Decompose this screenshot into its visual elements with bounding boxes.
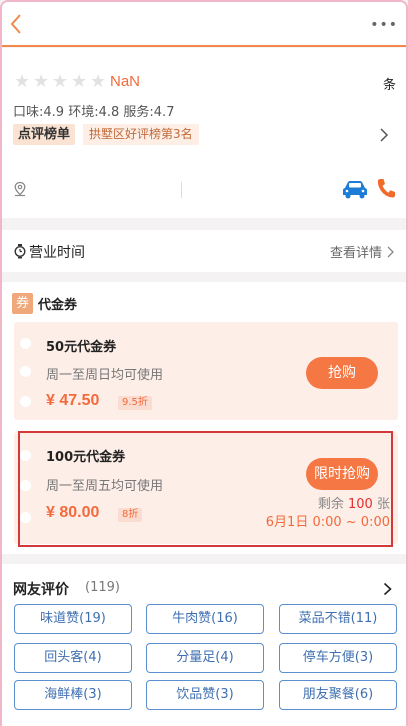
voucher-desc: 周一至周日均可使用 xyxy=(46,368,164,383)
review-tag[interactable]: 分量足(4) xyxy=(146,643,264,673)
environment-score: 环境:4.8 xyxy=(68,105,120,120)
reviews-section: 网友评价 (119) 味道赞(19) 牛肉赞(16) 菜品不错(11) 回头客(… xyxy=(2,564,406,726)
rating-value: NaN xyxy=(110,73,141,90)
review-tag[interactable]: 朋友聚餐(6) xyxy=(279,680,397,710)
more-icon[interactable]: ••• xyxy=(370,18,398,32)
taste-score: 口味:4.9 xyxy=(13,105,65,120)
star-icon: ★ xyxy=(90,71,107,92)
location-pin-icon[interactable] xyxy=(12,181,28,197)
review-tag[interactable]: 菜品不错(11) xyxy=(279,604,397,634)
chevron-right-icon xyxy=(387,246,394,257)
business-hours-row[interactable]: 营业时间 查看详情 xyxy=(2,230,406,272)
decor-dot xyxy=(20,396,31,407)
decor-dot xyxy=(20,366,31,377)
shop-info-card: ★ ★ ★ ★ ★ NaN 条 口味:4.9 环境:4.8 服务:4.7 点评榜… xyxy=(2,48,406,218)
review-tag[interactable]: 味道赞(19) xyxy=(14,604,132,634)
chevron-right-icon xyxy=(380,128,389,142)
phone-icon[interactable] xyxy=(376,177,396,199)
star-icon: ★ xyxy=(33,71,50,92)
location-row xyxy=(12,176,398,202)
voucher-price: ¥ 47.50 xyxy=(46,392,100,409)
decor-dot xyxy=(20,338,31,349)
star-icon: ★ xyxy=(14,71,31,92)
chevron-right-icon[interactable] xyxy=(383,582,392,596)
ranking-text: 拱墅区好评榜第3名 xyxy=(83,124,199,145)
voucher-section-title: 代金券 xyxy=(38,297,78,313)
review-tag[interactable]: 牛肉赞(16) xyxy=(146,604,264,634)
star-icon: ★ xyxy=(52,71,69,92)
ranking-row[interactable]: 点评榜单 拱墅区好评榜第3名 xyxy=(13,124,397,146)
review-tag[interactable]: 饮品赞(3) xyxy=(146,680,264,710)
voucher-discount: 9.5折 xyxy=(118,396,152,410)
divider xyxy=(181,182,182,198)
top-nav-bar: ••• xyxy=(2,2,406,47)
review-unit: 条 xyxy=(382,78,396,93)
app-frame: ••• ★ ★ ★ ★ ★ NaN 条 口味:4.9 环境:4.8 服务:4.7… xyxy=(0,0,408,726)
highlight-outline xyxy=(18,431,393,547)
voucher-card[interactable]: 50元代金券 周一至周日均可使用 ¥ 47.50 9.5折 抢购 xyxy=(14,322,398,420)
sub-scores: 口味:4.9 环境:4.8 服务:4.7 xyxy=(13,101,174,120)
view-details-label: 查看详情 xyxy=(329,246,382,261)
service-score: 服务:4.7 xyxy=(123,105,175,120)
reviews-count: (119) xyxy=(85,580,120,595)
voucher-name: 50元代金券 xyxy=(46,340,117,355)
star-rating: ★ ★ ★ ★ ★ xyxy=(14,71,107,92)
car-icon[interactable] xyxy=(342,179,368,199)
view-details-link[interactable]: 查看详情 xyxy=(330,242,394,261)
star-icon: ★ xyxy=(71,71,88,92)
review-tag[interactable]: 停车方便(3) xyxy=(279,643,397,673)
reviews-title: 网友评价 xyxy=(13,582,69,598)
chevron-left-icon[interactable] xyxy=(8,12,24,36)
watch-icon xyxy=(14,244,26,259)
business-hours-label: 营业时间 xyxy=(29,245,85,261)
review-tag[interactable]: 回头客(4) xyxy=(14,643,132,673)
review-tag[interactable]: 海鲜棒(3) xyxy=(14,680,132,710)
ranking-badge: 点评榜单 xyxy=(13,124,76,145)
voucher-badge: 券 xyxy=(12,292,33,314)
voucher-section-header: 券 代金券 xyxy=(12,292,77,314)
grab-button[interactable]: 抢购 xyxy=(306,357,378,389)
